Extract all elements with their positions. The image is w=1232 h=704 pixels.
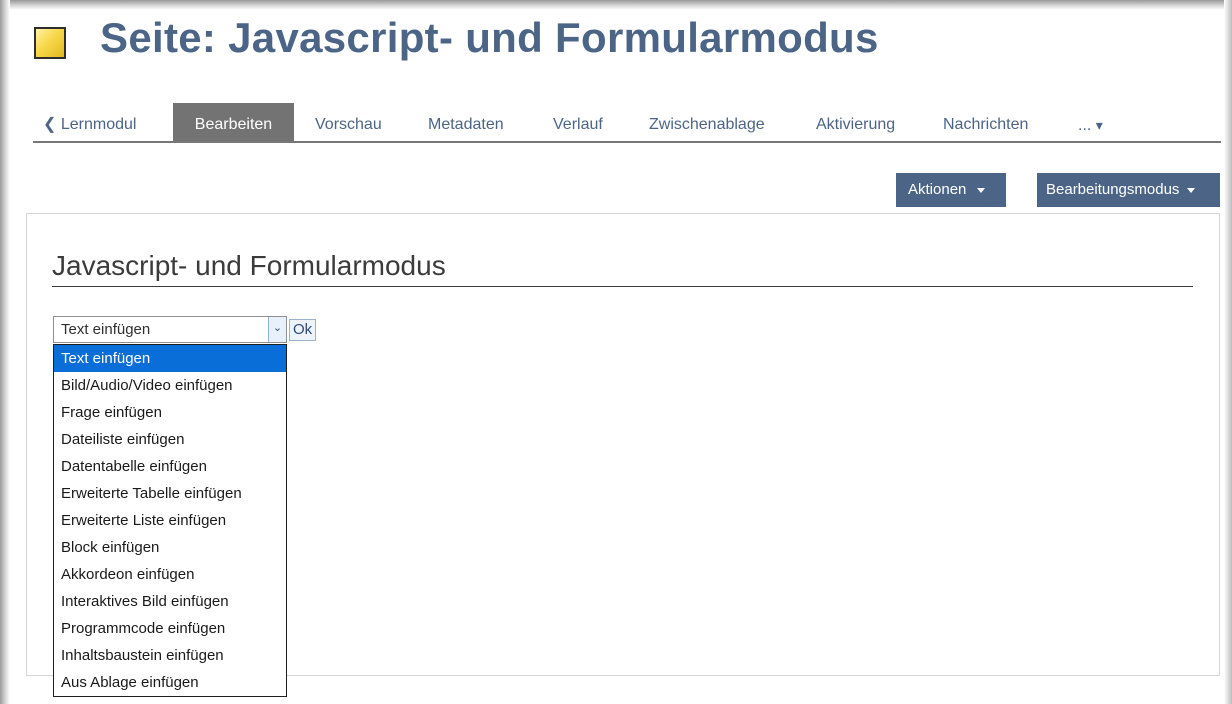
tab-label: Nachrichten — [943, 116, 1029, 133]
dropdown-option-file-list[interactable]: Dateiliste einfügen — [54, 426, 286, 453]
tab-verlauf[interactable]: Verlauf — [553, 103, 603, 141]
tab-back-lernmodul[interactable]: ❮ Lernmodul — [43, 103, 136, 141]
dropdown-option-advanced-list[interactable]: Erweiterte Liste einfügen — [54, 507, 286, 534]
tab-vorschau[interactable]: Vorschau — [315, 103, 382, 141]
caret-down-icon — [976, 187, 985, 193]
tab-zwischenablage[interactable]: Zwischenablage — [649, 103, 765, 141]
tab-label: ... — [1078, 117, 1092, 134]
tab-bearbeiten[interactable]: Bearbeiten — [173, 103, 294, 141]
page-type-icon — [34, 27, 66, 59]
tab-more[interactable]: ... ▾ — [1078, 103, 1103, 141]
dropdown-option-media[interactable]: Bild/Audio/Video einfügen — [54, 372, 286, 399]
chevron-down-icon: ▾ — [1095, 117, 1103, 133]
dropdown-option-data-table[interactable]: Datentabelle einfügen — [54, 453, 286, 480]
edit-mode-button-label: Bearbeitungsmodus — [1046, 181, 1180, 198]
window-shadow-left — [0, 0, 10, 704]
dropdown-option-content-snippet[interactable]: Inhaltsbaustein einfügen — [54, 642, 286, 669]
tab-label: Zwischenablage — [649, 116, 765, 133]
dropdown-option-text[interactable]: Text einfügen — [54, 345, 286, 372]
tab-label: Lernmodul — [60, 116, 137, 133]
tab-metadaten[interactable]: Metadaten — [428, 103, 504, 141]
dropdown-option-interactive-image[interactable]: Interaktives Bild einfügen — [54, 588, 286, 615]
dropdown-option-accordion[interactable]: Akkordeon einfügen — [54, 561, 286, 588]
ok-button[interactable]: Ok — [289, 319, 317, 341]
dropdown-option-advanced-table[interactable]: Erweiterte Tabelle einfügen — [54, 480, 286, 507]
chevron-down-icon[interactable]: ⌄ — [268, 317, 286, 342]
actions-button[interactable]: Aktionen — [896, 173, 1006, 207]
dropdown-option-source-code[interactable]: Programmcode einfügen — [54, 615, 286, 642]
dropdown-option-from-clipboard[interactable]: Aus Ablage einfügen — [54, 669, 286, 696]
dropdown-option-question[interactable]: Frage einfügen — [54, 399, 286, 426]
page-title: Seite: Javascript- und Formularmodus — [100, 14, 879, 61]
insert-type-value: Text einfügen — [61, 321, 151, 338]
tab-bar: ❮ Lernmodul Bearbeiten Vorschau Metadate… — [33, 103, 1221, 143]
tab-label: Metadaten — [428, 116, 504, 133]
tab-label: Bearbeiten — [194, 116, 273, 133]
dropdown-option-block[interactable]: Block einfügen — [54, 534, 286, 561]
edit-mode-button[interactable]: Bearbeitungsmodus — [1037, 173, 1220, 207]
section-heading: Javascript- und Formularmodus — [52, 250, 446, 281]
tab-label: Aktivierung — [816, 116, 896, 133]
heading-divider — [52, 286, 1193, 287]
insert-type-dropdown-list: Text einfügen Bild/Audio/Video einfügen … — [53, 344, 287, 697]
caret-down-icon — [1186, 187, 1195, 193]
window-shadow-right — [1224, 0, 1232, 704]
tab-nachrichten[interactable]: Nachrichten — [943, 103, 1028, 141]
tab-aktivierung[interactable]: Aktivierung — [816, 103, 895, 141]
actions-button-label: Aktionen — [908, 181, 967, 198]
tab-label: Verlauf — [553, 116, 603, 133]
tab-label: Vorschau — [315, 116, 382, 133]
chevron-left-icon: ❮ — [43, 116, 57, 133]
window-shadow-top — [0, 0, 1232, 10]
insert-type-select[interactable]: Text einfügen ⌄ — [53, 316, 287, 343]
